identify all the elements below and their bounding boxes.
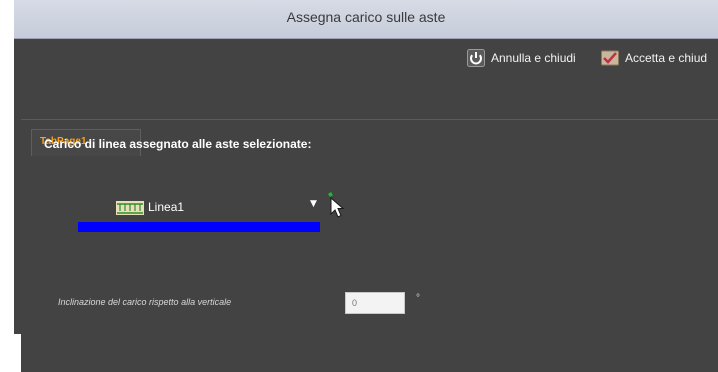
pointer-arrow-icon	[323, 192, 347, 222]
distributed-load-icon	[116, 200, 144, 215]
accept-close-button[interactable]: Accetta e chiud	[601, 48, 707, 68]
section-label: Carico di linea assegnato alle aste sele…	[44, 137, 312, 151]
cancel-close-button[interactable]: Annulla e chiudi	[467, 48, 576, 68]
accept-close-label: Accetta e chiud	[625, 51, 708, 65]
load-color-bar	[78, 222, 320, 232]
inclination-unit: °	[416, 293, 420, 304]
load-combo-value: Linea1	[148, 200, 185, 214]
pick-element-button[interactable]	[323, 192, 347, 218]
dialog-body: Annulla e chiudi Accetta e chiud TabPage…	[14, 39, 718, 372]
chevron-down-icon[interactable]: ▼	[310, 199, 317, 209]
load-combo[interactable]: Linea1 ▼	[116, 196, 322, 218]
cancel-close-label: Annulla e chiudi	[491, 51, 576, 65]
window-title: Assegna carico sulle aste	[286, 9, 446, 25]
tab-content	[21, 119, 718, 372]
inclination-input[interactable]	[345, 292, 405, 314]
title-bar[interactable]: Assegna carico sulle aste	[14, 0, 718, 39]
checkmark-icon	[601, 49, 619, 67]
inclination-label: Inclinazione del carico rispetto alla ve…	[58, 297, 232, 307]
power-icon	[467, 49, 485, 67]
dialog-window: Assegna carico sulle aste Annulla e chiu…	[0, 0, 718, 372]
